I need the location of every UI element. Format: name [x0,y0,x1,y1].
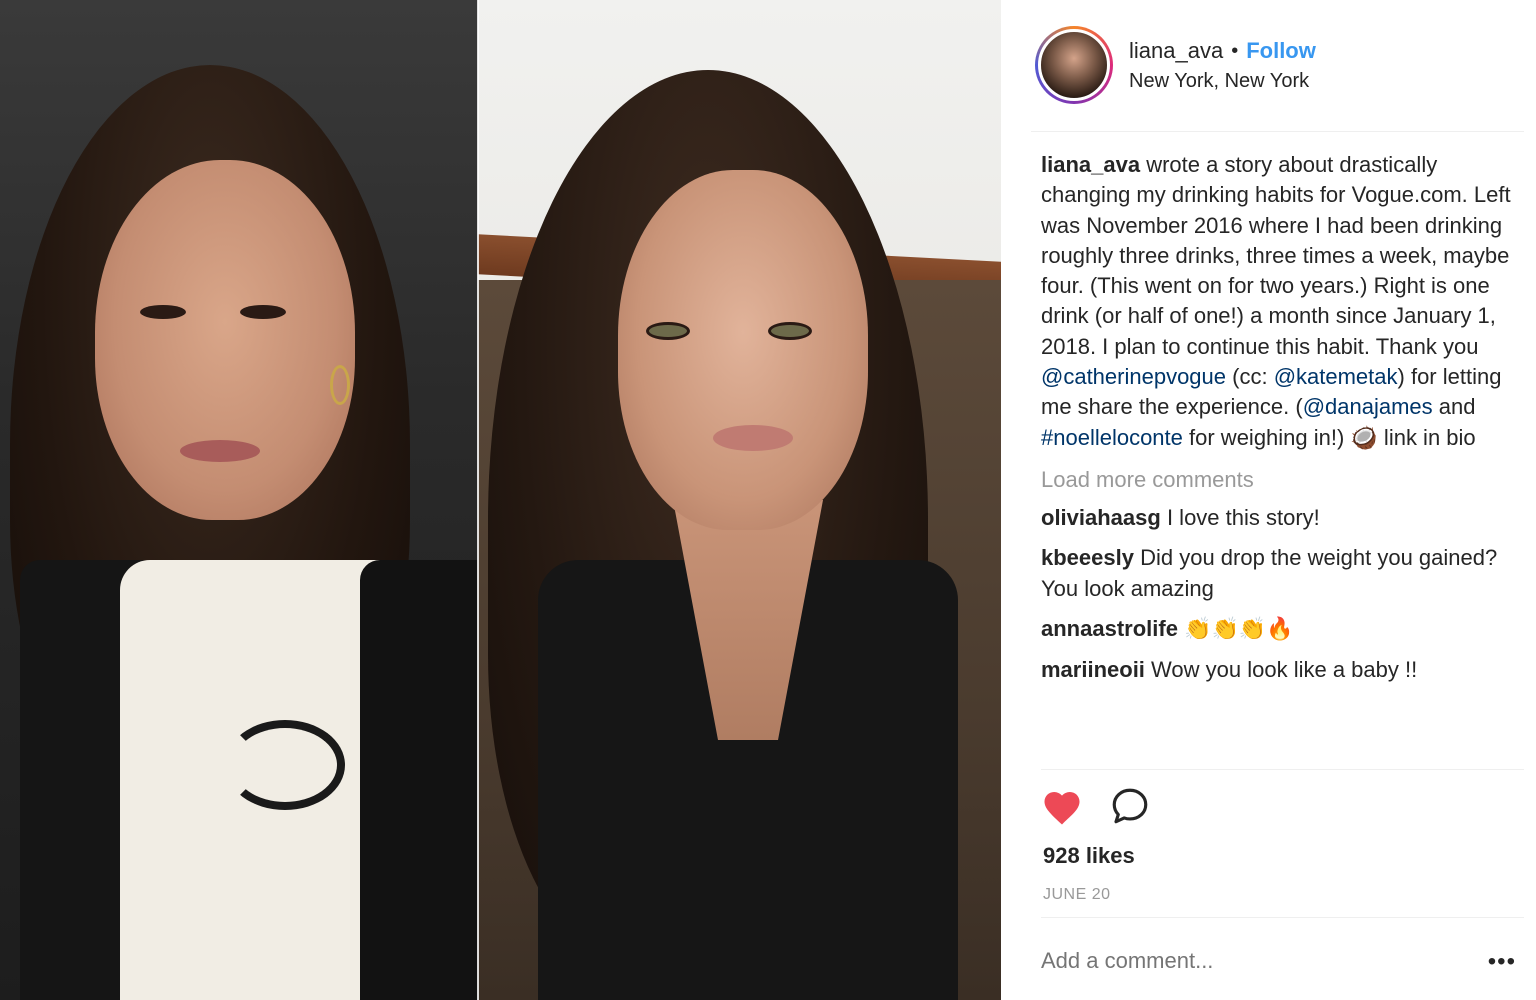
action-bar [1041,785,1151,832]
divider [1041,917,1524,918]
comment-text: I love this story! [1160,504,1320,530]
add-comment-input[interactable] [1041,948,1441,974]
comment-item: mariineoii Wow you look like a baby !! [1041,655,1512,686]
mention-link[interactable]: @catherinepvogue [1041,364,1226,389]
comment-text: Wow you look like a baby !! [1144,656,1418,682]
load-more-comments-button[interactable]: Load more comments [1041,467,1512,493]
before-photo [0,0,478,1000]
comment-bubble-icon[interactable] [1109,785,1151,832]
post-photo[interactable] [0,0,1001,1000]
caption-text: (cc: [1226,364,1274,390]
comment-username[interactable]: annaastrolife [1041,616,1178,641]
caption-text: for weighing in!) 🥥 link in bio [1182,424,1476,450]
heart-icon[interactable] [1041,786,1083,831]
username-link[interactable]: liana_ava [1129,38,1223,64]
comment-item: annaastrolife 👏👏👏🔥 [1041,614,1512,645]
hashtag-link[interactable]: #noelleloconte [1041,425,1183,450]
caption-username[interactable]: liana_ava [1041,152,1140,177]
post-date[interactable]: JUNE 20 [1043,886,1111,904]
more-options-icon[interactable]: ••• [1488,948,1516,976]
separator-dot: • [1231,39,1239,62]
instagram-post: liana_ava • Follow New York, New York li… [0,0,1536,1000]
comment-text: 👏👏👏🔥 [1177,616,1294,642]
location-link[interactable]: New York, New York [1129,70,1309,93]
comment-item: oliviahaasg I love this story! [1041,503,1512,534]
caption: liana_ava wrote a story about drasticall… [1041,150,1512,453]
post-side-panel: liana_ava • Follow New York, New York li… [1001,0,1536,1000]
caption-text: and [1432,394,1476,420]
caption-text: wrote a story about drastically changing… [1041,152,1511,359]
likes-count[interactable]: 928 likes [1043,843,1135,869]
mention-link[interactable]: @danajames [1303,394,1433,419]
mention-link[interactable]: @katemetak [1274,364,1398,389]
avatar[interactable] [1035,26,1113,104]
comment-username[interactable]: mariineoii [1041,657,1145,682]
after-photo [478,0,1001,1000]
comment-username[interactable]: kbeeesly [1041,545,1134,570]
comment-item: kbeeesly Did you drop the weight you gai… [1041,543,1512,604]
divider [1041,769,1524,770]
comments-list[interactable]: liana_ava wrote a story about drasticall… [1041,150,1512,768]
comment-username[interactable]: oliviahaasg [1041,505,1161,530]
follow-button[interactable]: Follow [1246,38,1316,64]
post-header: liana_ava • Follow New York, New York [1031,22,1524,132]
